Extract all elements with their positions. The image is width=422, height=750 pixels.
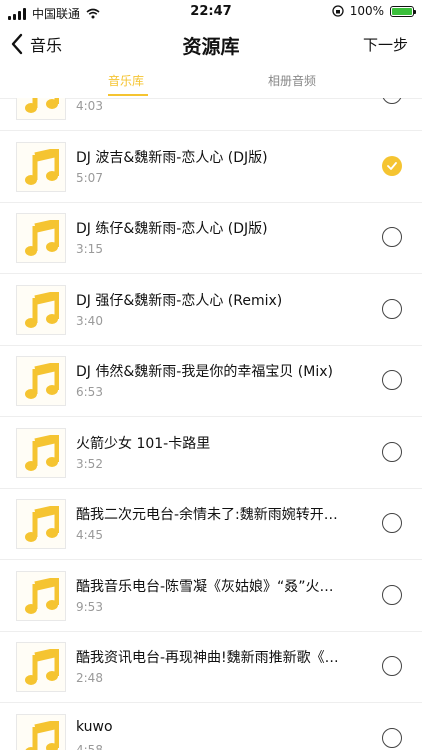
song-cover	[16, 642, 66, 692]
song-row[interactable]: 4:03	[0, 98, 422, 131]
select-checkbox[interactable]	[382, 227, 402, 247]
song-cover	[16, 284, 66, 335]
song-title: kuwo	[76, 718, 113, 735]
select-checkbox[interactable]	[382, 656, 402, 676]
back-button[interactable]: 音乐	[10, 32, 62, 56]
song-title: 酷我音乐电台-陈雪凝《灰姑娘》“叒”火…	[76, 578, 334, 595]
tab-album-audio[interactable]: 相册音频	[268, 72, 316, 89]
back-label: 音乐	[30, 36, 63, 55]
select-checkbox[interactable]	[382, 98, 402, 104]
song-duration: 4:03	[76, 99, 103, 113]
song-duration: 4:58	[76, 742, 103, 750]
page-title: 资源库	[182, 36, 240, 58]
song-cover	[16, 427, 66, 478]
music-note-icon	[25, 649, 59, 685]
song-cover	[16, 98, 66, 120]
select-checkbox[interactable]	[382, 727, 402, 748]
song-title: DJ 练仔&魏新雨-恋人心 (DJ版)	[76, 221, 268, 237]
song-cover	[16, 570, 66, 621]
song-row[interactable]: DJ 波吉&魏新雨-恋人心 (DJ版) 5:07	[0, 131, 422, 203]
music-note-icon	[25, 363, 59, 399]
song-duration: 3:15	[76, 242, 103, 256]
checkmark-icon	[387, 161, 397, 170]
song-title: 酷我资讯电台-再现神曲!魏新雨推新歌《…	[76, 650, 339, 666]
song-duration: 6:53	[76, 385, 103, 399]
nav-bar: 音乐 资源库 下一步	[0, 24, 422, 68]
song-duration: 9:53	[76, 599, 103, 614]
select-checkbox[interactable]	[382, 513, 402, 533]
song-list[interactable]: 4:03 DJ 波吉&魏新雨-恋人心 (DJ版) 5:07 DJ 练仔&魏新雨-恋人心…	[0, 98, 422, 750]
select-checkbox[interactable]	[382, 584, 402, 605]
song-row[interactable]: DJ 练仔&魏新雨-恋人心 (DJ版) 3:15	[0, 202, 422, 274]
song-cover	[16, 499, 66, 549]
battery-icon	[390, 5, 416, 17]
song-duration: 2:48	[76, 671, 103, 685]
song-row[interactable]: DJ 伟然&魏新雨-我是你的幸福宝贝 (Mix) 6:53	[0, 345, 422, 417]
tab-music-library[interactable]: 音乐库	[108, 72, 144, 89]
song-duration: 5:07	[76, 170, 103, 185]
song-cover	[16, 213, 66, 263]
song-duration: 3:40	[76, 313, 103, 328]
music-note-icon	[25, 577, 59, 614]
select-checkbox[interactable]	[382, 441, 402, 462]
status-bar: 中国联通 22:47 100%	[0, 0, 422, 24]
music-note-icon	[25, 720, 59, 750]
tab-indicator	[108, 94, 148, 96]
song-duration: 4:45	[76, 528, 103, 542]
song-cover	[16, 713, 66, 750]
song-cover	[16, 356, 66, 406]
song-duration: 3:52	[76, 456, 103, 471]
song-row[interactable]: 酷我资讯电台-再现神曲!魏新雨推新歌《… 2:48	[0, 631, 422, 703]
song-title: DJ 强仔&魏新雨-恋人心 (Remix)	[76, 292, 283, 309]
song-row[interactable]: DJ 强仔&魏新雨-恋人心 (Remix) 3:40	[0, 274, 422, 346]
music-note-icon	[25, 148, 59, 185]
song-row[interactable]: 酷我音乐电台-陈雪凝《灰姑娘》“叒”火… 9:53	[0, 560, 422, 632]
song-title: DJ 波吉&魏新雨-恋人心 (DJ版)	[76, 149, 268, 166]
music-note-icon	[25, 291, 59, 328]
select-checkbox[interactable]	[382, 370, 402, 390]
song-title: 酷我二次元电台-余情未了:魏新雨婉转开…	[76, 507, 338, 523]
music-note-icon	[25, 434, 59, 471]
song-row[interactable]: 火箭少女 101-卡路里 3:52	[0, 417, 422, 489]
song-row[interactable]: 酷我二次元电台-余情未了:魏新雨婉转开… 4:45	[0, 488, 422, 560]
chevron-left-icon	[11, 33, 23, 55]
select-checkbox[interactable]	[382, 298, 402, 319]
song-cover	[16, 141, 66, 192]
next-button[interactable]: 下一步	[363, 34, 408, 55]
music-note-icon	[25, 506, 59, 542]
song-title: 火箭少女 101-卡路里	[76, 435, 211, 452]
orientation-lock-icon	[332, 5, 344, 17]
song-title: DJ 伟然&魏新雨-我是你的幸福宝贝 (Mix)	[76, 364, 333, 380]
battery-percent: 100%	[349, 4, 384, 18]
selected-checkbox[interactable]	[382, 155, 402, 176]
tab-bar: 音乐库 相册音频	[0, 68, 422, 99]
song-row[interactable]: kuwo 4:58	[0, 703, 422, 750]
music-note-icon	[25, 98, 59, 113]
music-note-icon	[25, 220, 59, 256]
